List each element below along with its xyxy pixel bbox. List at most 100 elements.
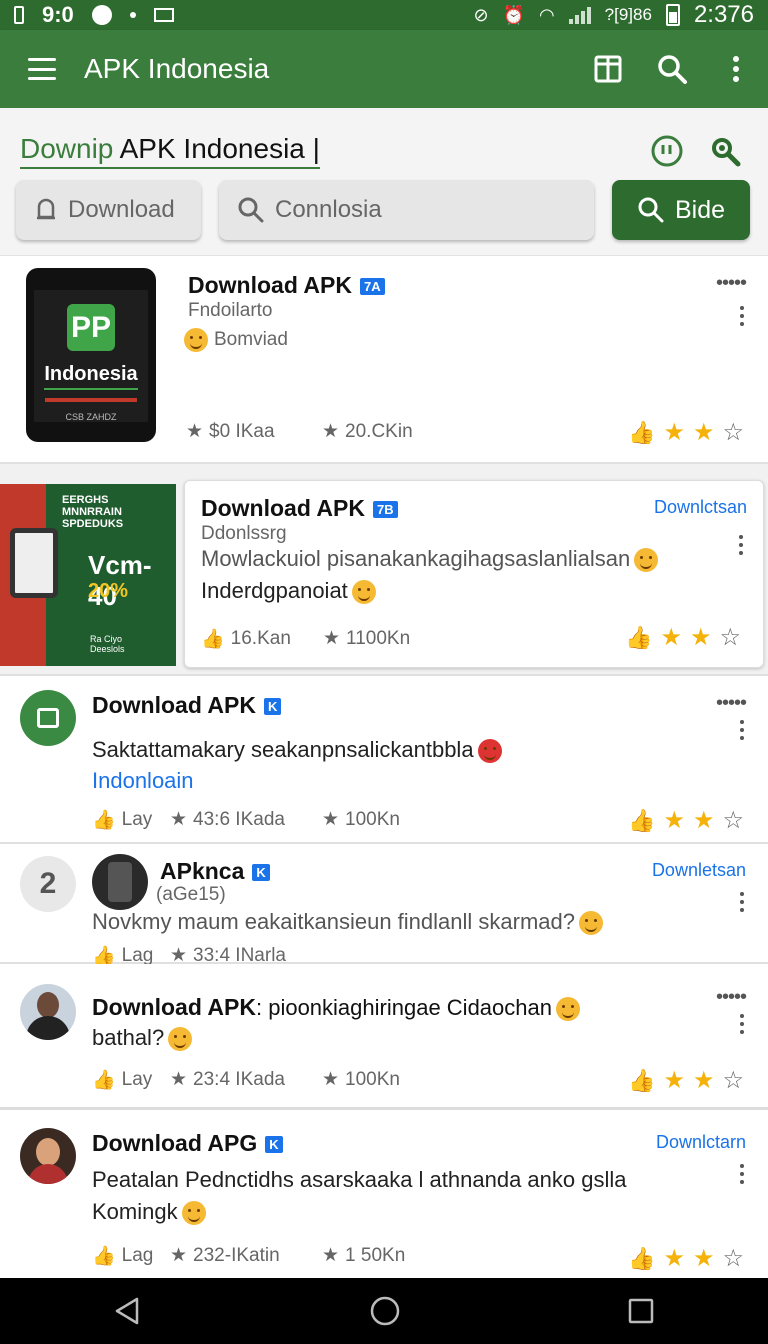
rating[interactable]: 👍 ★ ★ ☆ — [628, 1066, 744, 1095]
search-icon — [638, 197, 664, 223]
star-filled-icon: ★ — [692, 1245, 715, 1272]
stat-likes: 👍 Lay — [92, 1068, 152, 1092]
promo-footer: Ra Ciyo Deeslols — [90, 634, 125, 654]
app-avatar[interactable] — [92, 854, 148, 910]
mail-icon — [153, 8, 174, 22]
emoji-icon — [168, 1027, 193, 1052]
star-outline-icon: ★ — [186, 421, 204, 442]
stat-downloads: ★ $0 IKaa — [186, 420, 275, 443]
hamburger-icon — [28, 58, 56, 80]
feed-card[interactable]: EERGHS MNNRRAIN SPDEDUKS Vcm-40 20% Ra C… — [0, 464, 768, 676]
stat-text: 16.Kan — [230, 628, 291, 649]
search-query-input[interactable]: Downip APK Indonesia | — [20, 133, 320, 169]
star-icon: ★ — [322, 1069, 340, 1090]
card-title-text: Download APK — [92, 994, 256, 1020]
tabs-icon — [594, 55, 622, 83]
more-horiz-icon[interactable]: ••••• — [716, 986, 747, 1009]
emoji-icon — [181, 1201, 206, 1226]
rating[interactable]: 👍 ★ ★ ☆ — [628, 806, 744, 835]
star-filled-icon: ★ — [663, 419, 685, 446]
stat-text: Lay — [121, 1069, 153, 1090]
stat-likes: 👍 Lag — [92, 1244, 153, 1268]
recents-icon[interactable] — [627, 1297, 655, 1325]
star-filled-icon: ★ — [692, 1067, 715, 1094]
card-download-link[interactable]: Downlctsan — [654, 497, 747, 518]
more-horiz-icon[interactable]: ••••• — [716, 692, 747, 715]
more-horiz-icon[interactable]: ••••• — [716, 272, 747, 295]
chip-label: Download — [68, 196, 175, 223]
rating[interactable]: 👍 ★ ★ ☆ — [628, 418, 744, 447]
search-icon — [238, 197, 264, 223]
query-prefix: Downip — [20, 133, 114, 164]
card-download-link[interactable]: Downlctarn — [656, 1132, 746, 1153]
card-download-link[interactable]: Downletsan — [652, 860, 746, 881]
sim-icon — [14, 6, 24, 24]
back-icon[interactable] — [113, 1296, 143, 1326]
more-vert-icon[interactable] — [740, 892, 746, 912]
thumbnail-small-text: CSB ZAHDZ — [65, 412, 117, 422]
stat-text: 1 50Kn — [345, 1244, 406, 1266]
stat-views: ★ 100Kn — [322, 808, 400, 831]
search-settings-icon[interactable] — [708, 134, 742, 168]
stat-downloads: ★ 232-IKatin — [170, 1244, 280, 1267]
battery-icon — [665, 4, 680, 26]
rating[interactable]: 👍 ★ ★ ☆ — [628, 1244, 744, 1273]
card-link[interactable]: Indonloain — [92, 768, 194, 794]
more-vert-icon[interactable] — [739, 535, 745, 555]
stat-text: $0 IKaa — [209, 420, 275, 442]
search-section: Downip APK Indonesia | Download Connlosi… — [0, 108, 768, 256]
secondary-search-field[interactable]: Connlosia — [219, 180, 594, 240]
star-filled-icon: ★ — [689, 624, 712, 651]
more-vert-icon[interactable] — [740, 1014, 746, 1034]
more-vert-icon[interactable] — [740, 720, 746, 740]
app-title: APK Indonesia — [84, 53, 270, 84]
pause-icon[interactable] — [650, 134, 684, 168]
stat-views: ★ 1100Kn — [323, 627, 410, 650]
feed-card[interactable]: Download APG K Downlctarn Peatalan Pednct… — [0, 1110, 768, 1278]
feed-card[interactable]: Download APK K ••••• Saktattamakary seaka… — [0, 676, 768, 844]
system-nav-bar — [0, 1278, 768, 1344]
card-title-text: Download APK — [188, 272, 352, 298]
tabs-button[interactable] — [576, 30, 640, 108]
data-icon — [91, 5, 112, 25]
app-avatar[interactable] — [20, 690, 76, 746]
thumbs-up-icon[interactable]: 👍 — [628, 1246, 655, 1272]
mute-icon: ⊘ — [473, 4, 489, 25]
thumbs-up-icon[interactable]: 👍 — [628, 1068, 655, 1094]
search-submit-button[interactable]: Bide — [612, 180, 750, 240]
stat-text: 20.CKin — [345, 420, 413, 442]
more-vert-icon[interactable] — [740, 1164, 746, 1184]
card-tagline: Bomviad — [184, 328, 288, 352]
body-text: bathal? — [92, 1025, 165, 1050]
rating[interactable]: 👍 ★ ★ ☆ — [625, 623, 741, 652]
chip-label: Connlosia — [275, 196, 382, 223]
app-bar: APK Indonesia — [0, 30, 768, 108]
chip-label: Bide — [674, 195, 726, 224]
overflow-menu-button[interactable] — [704, 30, 768, 108]
feed: PP Indonesia CSB ZAHDZ Download APK 7A Fn… — [0, 256, 768, 1278]
thumbs-up-icon: 👍 — [92, 810, 116, 831]
feed-card[interactable]: 2 APkncа K Downletsan (aGe15) Novkmy maum… — [0, 844, 768, 967]
bell-icon — [37, 198, 55, 220]
thumbs-up-icon[interactable]: 👍 — [628, 420, 655, 446]
thumbs-up-icon[interactable]: 👍 — [625, 625, 652, 651]
user-avatar[interactable] — [20, 1128, 76, 1184]
feed-card[interactable]: PP Indonesia CSB ZAHDZ Download APK 7A Fn… — [0, 256, 768, 464]
star-icon: ★ — [322, 1245, 340, 1266]
card-subtitle: Fndoilarto — [188, 300, 273, 321]
body-text: Saktattamakary seakanpnsalickantbbla — [92, 737, 474, 762]
thumbs-up-icon[interactable]: 👍 — [628, 808, 655, 834]
verified-badge: K — [252, 864, 270, 882]
menu-button[interactable] — [0, 30, 84, 108]
user-avatar[interactable] — [20, 984, 76, 1040]
download-filter-chip[interactable]: Download — [16, 180, 201, 240]
search-button[interactable] — [640, 30, 704, 108]
body-text: Komingk — [92, 1199, 178, 1224]
more-vert-icon[interactable] — [740, 306, 746, 326]
card-body-line: bathal? — [92, 1022, 193, 1054]
home-icon[interactable] — [369, 1295, 401, 1327]
star-filled-icon: ★ — [663, 1067, 685, 1094]
card-title-text: APkncа — [160, 858, 245, 884]
card-body-line: Peatalan Pednctidhs asarskaaka l athnand… — [92, 1164, 626, 1196]
feed-card[interactable]: Download APK: pioonkiaghiringae Cidaocha… — [0, 964, 768, 1110]
